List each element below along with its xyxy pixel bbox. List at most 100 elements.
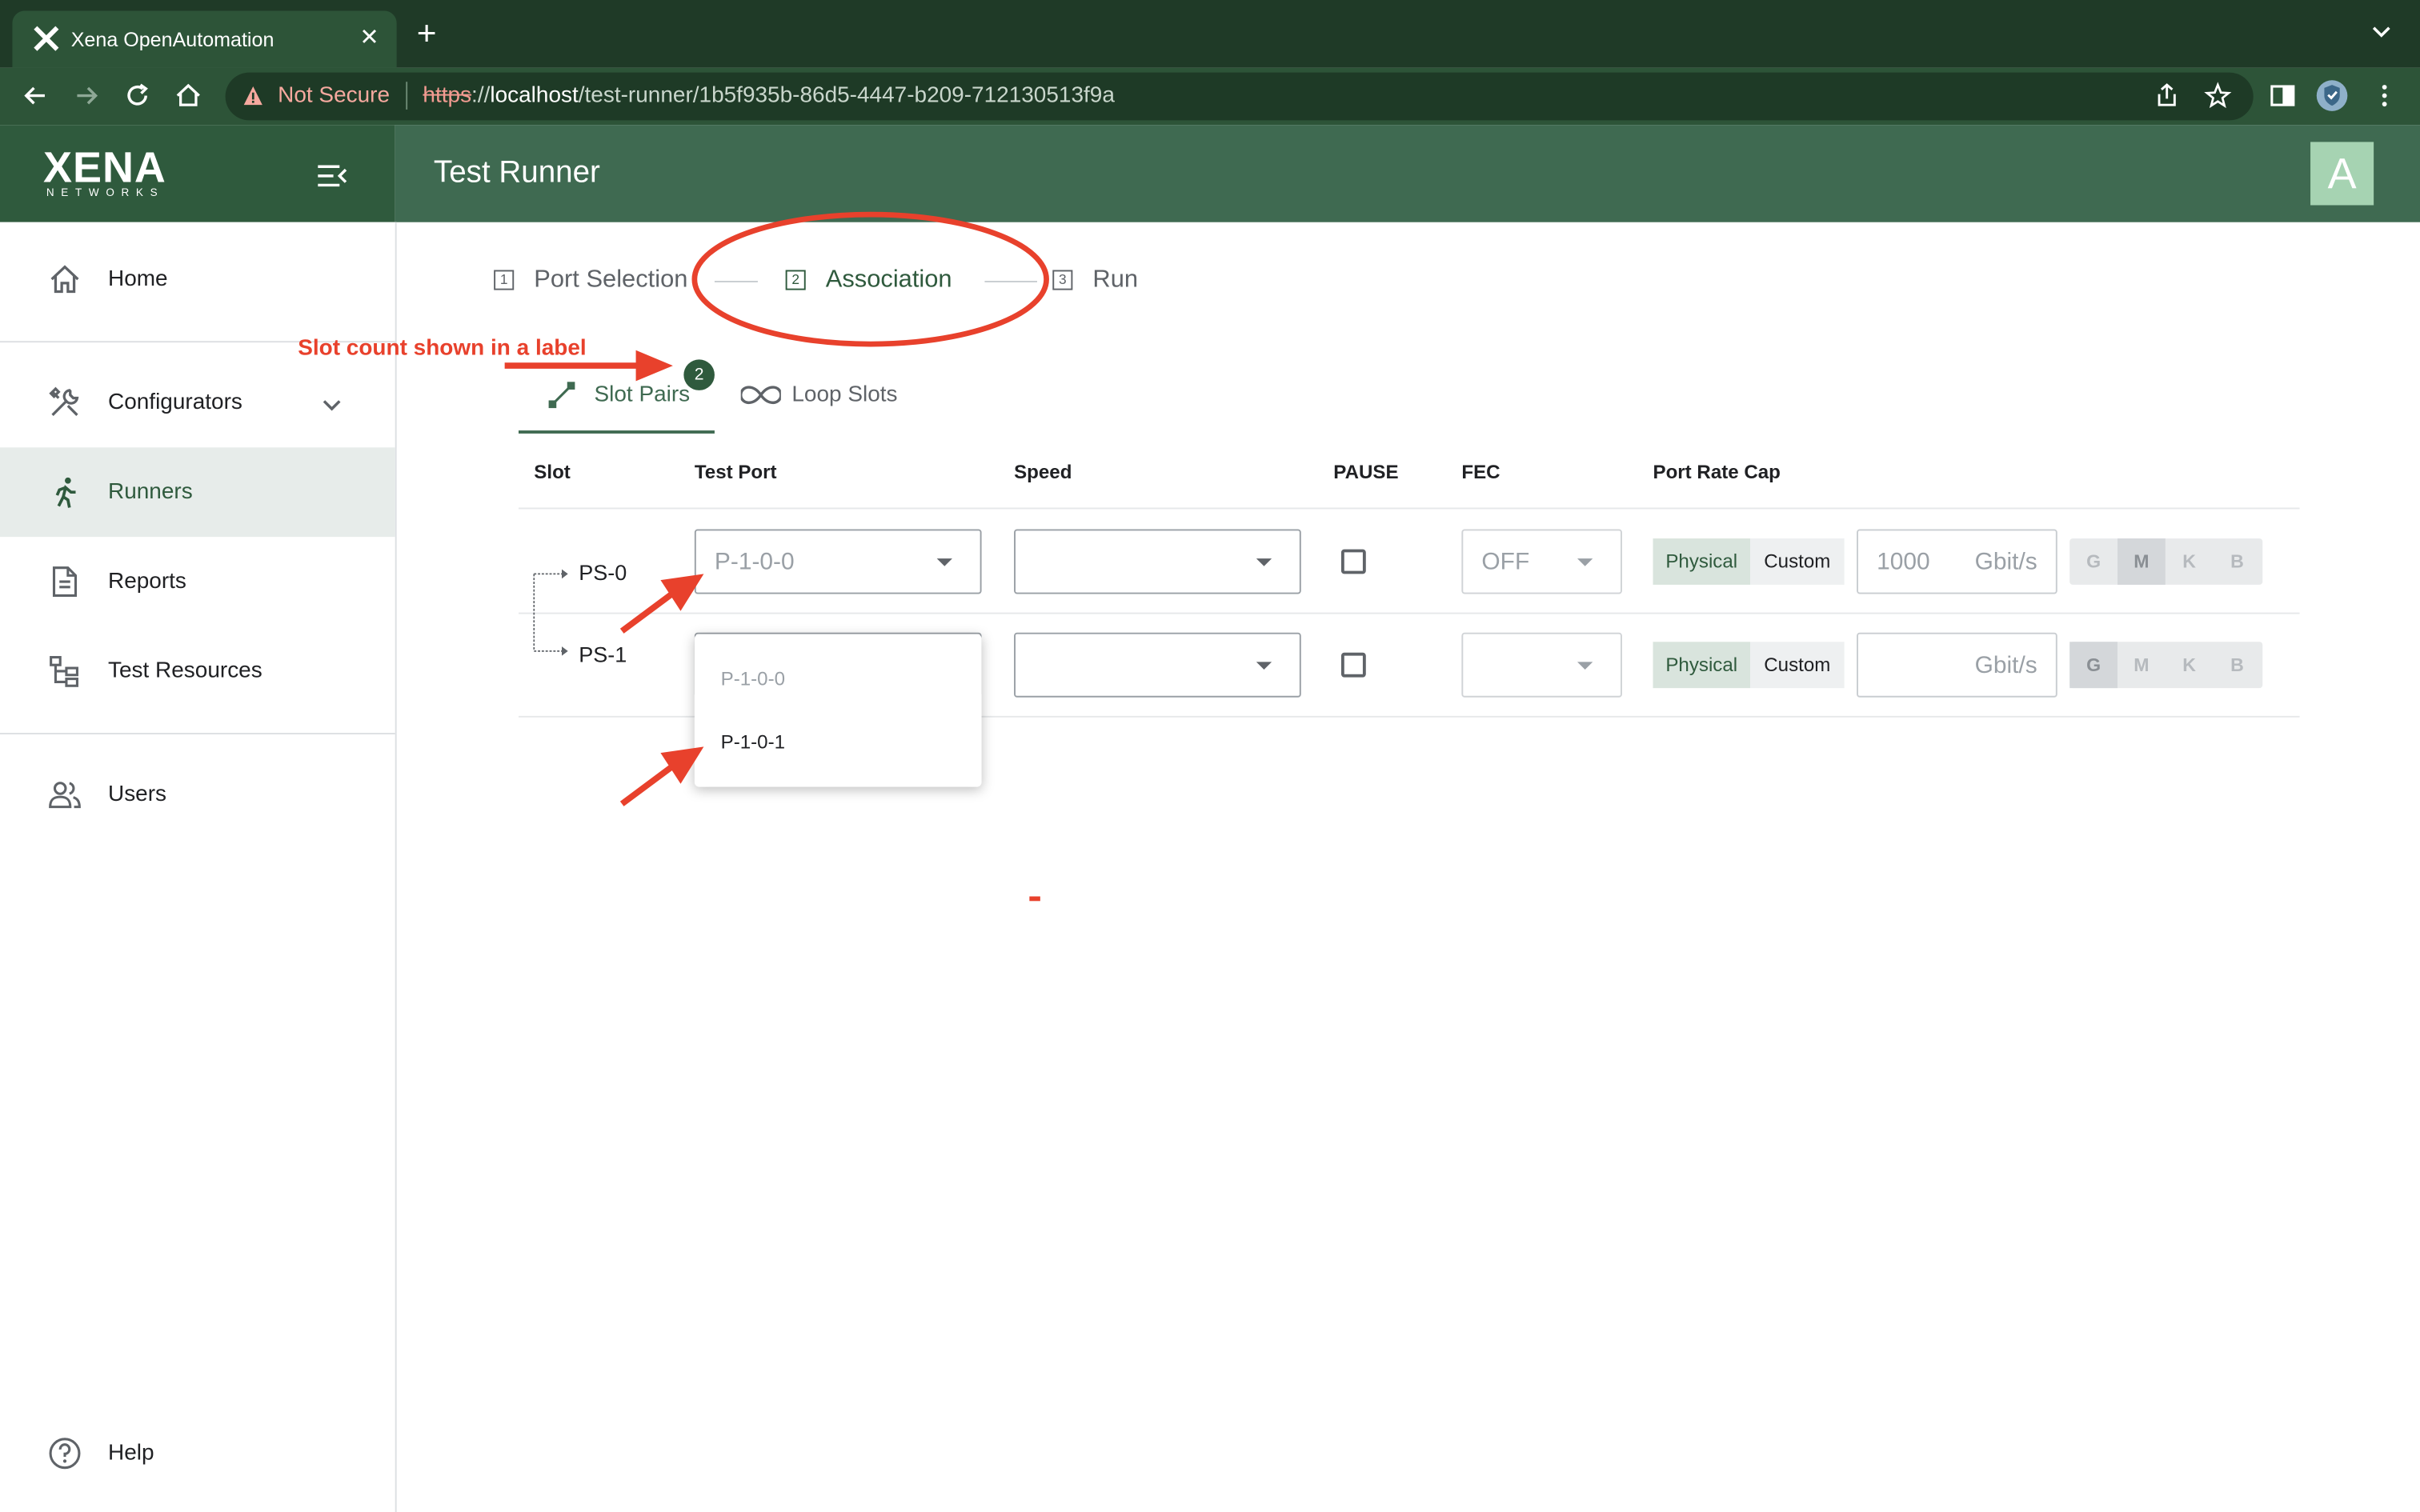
document-icon — [52, 566, 78, 597]
pause-checkbox[interactable] — [1340, 549, 1366, 574]
sidebar-item-users[interactable]: Users — [0, 750, 395, 839]
header-divider — [518, 507, 2300, 510]
tab-search-chevron-icon[interactable] — [2370, 20, 2392, 42]
brand-header: XENA NETWORKS — [0, 125, 395, 222]
active-tab-indicator — [518, 430, 715, 434]
row-divider — [518, 612, 2300, 614]
slot-pairs-icon — [548, 382, 575, 409]
annotation-arrow-icon — [619, 574, 704, 634]
unit-g-button[interactable]: G — [2069, 538, 2118, 585]
slot-count-badge: 2 — [683, 359, 715, 390]
unit-b-button[interactable]: B — [2214, 538, 2262, 585]
users-icon — [49, 782, 81, 809]
sidebar-item-test-resources[interactable]: Test Resources — [0, 626, 395, 716]
collapse-menu-icon[interactable] — [316, 163, 347, 188]
sidebar-item-help[interactable]: Help — [0, 1409, 395, 1498]
step-label: Port Selection — [534, 266, 688, 294]
sidebar-item-configurators[interactable]: Configurators — [0, 358, 395, 447]
home-icon — [50, 265, 79, 294]
browser-tab-title: Xena OpenAutomation — [70, 27, 274, 51]
home-browser-icon[interactable] — [173, 80, 204, 111]
tab-label: Slot Pairs — [594, 382, 691, 408]
physical-button[interactable]: Physical — [1653, 642, 1750, 689]
xena-favicon-icon — [34, 26, 59, 51]
rate-cap-toggle: Physical Custom — [1653, 538, 1845, 585]
caret-down-icon — [1256, 558, 1272, 566]
dropdown-option-disabled: P-1-0-0 — [720, 668, 786, 690]
chevron-down-icon[interactable] — [321, 394, 343, 415]
omnibox-separator — [406, 82, 408, 110]
column-header-test-port: Test Port — [694, 461, 777, 483]
browser-tab-bar: Xena OpenAutomation ✕ + — [0, 0, 2420, 68]
tree-icon — [50, 656, 78, 687]
caret-down-icon — [1577, 662, 1593, 670]
pause-checkbox[interactable] — [1340, 652, 1366, 678]
loop-icon — [740, 386, 781, 405]
caret-down-icon — [1256, 662, 1272, 670]
dropdown-option[interactable]: P-1-0-1 — [721, 731, 785, 753]
page-title: Test Runner — [433, 155, 600, 190]
sidebar-divider — [0, 733, 395, 734]
forward-icon[interactable] — [71, 80, 102, 111]
slot-label: PS-0 — [579, 560, 627, 585]
step-connector — [984, 280, 1037, 282]
browser-tab[interactable]: Xena OpenAutomation ✕ — [12, 10, 397, 68]
url-text[interactable]: https://localhost/test-runner/1b5f935b-8… — [423, 83, 1114, 108]
caret-down-icon — [936, 558, 952, 566]
side-panel-icon[interactable] — [2269, 82, 2297, 110]
unit-k-button[interactable]: K — [2166, 642, 2214, 688]
reload-icon[interactable] — [122, 80, 153, 111]
tab-label: Loop Slots — [791, 382, 898, 408]
annotation-mark — [1029, 896, 1040, 902]
step-number: 2 — [785, 270, 806, 290]
xena-logo[interactable]: XENA NETWORKS — [43, 146, 191, 202]
warning-icon — [243, 86, 262, 106]
caret-down-icon — [1577, 558, 1593, 566]
fec-select[interactable]: OFF — [1461, 529, 1622, 594]
test-port-select[interactable]: P-1-0-0 — [694, 529, 982, 594]
back-icon[interactable] — [20, 80, 51, 111]
bookmark-star-icon[interactable] — [2204, 82, 2232, 110]
help-icon — [49, 1438, 81, 1470]
share-icon[interactable] — [2153, 82, 2181, 110]
tools-icon — [49, 386, 79, 416]
sidebar: Home Configurators Runners Reports Test … — [0, 222, 397, 1512]
rate-input[interactable]: Gbit/s — [1857, 632, 2057, 698]
physical-button[interactable]: Physical — [1653, 538, 1750, 585]
test-port-dropdown-menu: P-1-0-0 P-1-0-1 — [694, 634, 982, 787]
rate-unit-toggle: G M K B — [2069, 642, 2263, 689]
rate-unit-toggle: G M K B — [2069, 538, 2263, 585]
new-tab-icon[interactable]: + — [417, 16, 437, 50]
sidebar-item-reports[interactable]: Reports — [0, 537, 395, 626]
browser-menu-icon[interactable] — [2370, 82, 2398, 110]
unit-g-button[interactable]: G — [2069, 642, 2118, 689]
custom-button[interactable]: Custom — [1749, 642, 1845, 689]
column-header-pause: PAUSE — [1333, 461, 1399, 483]
step-connector — [714, 280, 758, 282]
column-header-port-rate-cap: Port Rate Cap — [1653, 461, 1781, 483]
unit-m-button[interactable]: M — [2117, 538, 2166, 585]
security-label[interactable]: Not Secure — [278, 83, 390, 108]
unit-m-button[interactable]: M — [2118, 642, 2166, 688]
column-header-slot: Slot — [534, 461, 571, 483]
browser-toolbar: Not Secure https://localhost/test-runner… — [0, 67, 2420, 126]
app-bar: Test Runner A — [395, 125, 2420, 222]
tab-close-icon[interactable]: ✕ — [359, 23, 379, 51]
slot-label: PS-1 — [579, 642, 627, 667]
speed-select[interactable] — [1014, 632, 1301, 698]
runner-icon — [55, 477, 76, 508]
custom-button[interactable]: Custom — [1749, 538, 1845, 585]
address-bar[interactable]: Not Secure https://localhost/test-runner… — [225, 72, 2254, 121]
sidebar-item-runners[interactable]: Runners — [0, 447, 395, 538]
profile-shield-icon[interactable] — [2315, 78, 2349, 112]
unit-k-button[interactable]: K — [2166, 538, 2214, 585]
annotation-label: Slot count shown in a label — [298, 336, 587, 362]
avatar[interactable]: A — [2310, 142, 2374, 206]
speed-select[interactable] — [1014, 529, 1301, 594]
sidebar-item-home[interactable]: Home — [0, 234, 395, 324]
fec-select[interactable] — [1461, 632, 1622, 698]
slot-pair-connector — [533, 569, 568, 656]
annotation-arrow-icon — [619, 746, 704, 806]
rate-input[interactable]: 1000 Gbit/s — [1857, 529, 2057, 594]
unit-b-button[interactable]: B — [2214, 642, 2262, 688]
